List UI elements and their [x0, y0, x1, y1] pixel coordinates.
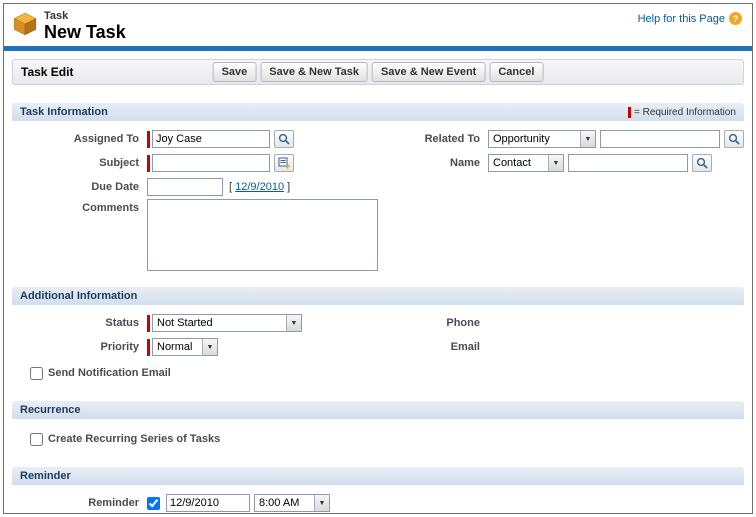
chevron-down-icon: ▼ — [202, 339, 217, 355]
subject-input[interactable] — [152, 154, 270, 172]
save-button[interactable]: Save — [213, 62, 257, 82]
section-reminder: Reminder Reminder 8:00 AM ▼ — [12, 467, 744, 514]
section-recurrence: Recurrence Create Recurring Series of Ta… — [12, 401, 744, 453]
name-label: Name — [378, 157, 488, 169]
help-link[interactable]: Help for this Page — [638, 13, 725, 25]
required-indicator-icon — [147, 155, 150, 172]
required-indicator-icon — [628, 107, 631, 118]
send-notification-checkbox[interactable] — [30, 367, 43, 380]
related-to-input[interactable] — [600, 130, 720, 148]
related-to-label: Related To — [378, 133, 488, 145]
assigned-to-lookup-icon[interactable] — [274, 130, 294, 148]
subject-label: Subject — [12, 157, 147, 169]
section-title-reminder: Reminder — [20, 470, 71, 482]
header-divider-bar — [4, 46, 752, 51]
top-button-row: Save Save & New Task Save & New Event Ca… — [213, 62, 544, 82]
chevron-down-icon: ▼ — [314, 495, 329, 511]
create-recurring-checkbox[interactable] — [30, 433, 43, 446]
save-new-task-button[interactable]: Save & New Task — [260, 62, 368, 82]
send-notification-label: Send Notification Email — [48, 367, 171, 379]
chevron-down-icon: ▼ — [548, 155, 563, 171]
comments-label: Comments — [12, 199, 147, 214]
cancel-button[interactable]: Cancel — [489, 62, 543, 82]
section-title-recurrence: Recurrence — [20, 404, 81, 416]
new-task-page: Task New Task Help for this Page ? Task … — [3, 3, 753, 514]
required-indicator-icon — [147, 315, 150, 332]
assigned-to-label: Assigned To — [12, 133, 147, 145]
name-type-select[interactable]: Contact ▼ — [488, 154, 564, 172]
reminder-time-select[interactable]: 8:00 AM ▼ — [254, 494, 330, 512]
due-date-today-link[interactable]: 12/9/2010 — [235, 181, 284, 193]
name-lookup-icon[interactable] — [692, 154, 712, 172]
email-label: Email — [378, 341, 488, 353]
task-edit-title: Task Edit — [21, 65, 73, 79]
section-additional-information: Additional Information Status Not Starte… — [12, 287, 744, 387]
help-icon[interactable]: ? — [729, 12, 742, 25]
comments-textarea[interactable] — [147, 199, 378, 271]
related-to-lookup-icon[interactable] — [724, 130, 744, 148]
task-edit-bar: Task Edit Save Save & New Task Save & Ne… — [12, 59, 744, 85]
priority-select[interactable]: Normal ▼ — [152, 338, 218, 356]
status-label: Status — [12, 317, 147, 329]
related-to-type-select[interactable]: Opportunity ▼ — [488, 130, 596, 148]
section-title-task-information: Task Information — [20, 106, 108, 118]
page-header: Task New Task Help for this Page ? — [4, 4, 752, 46]
status-select[interactable]: Not Started ▼ — [152, 314, 302, 332]
reminder-label: Reminder — [12, 497, 147, 509]
reminder-checkbox[interactable] — [147, 497, 160, 510]
entity-label: Task — [44, 10, 126, 22]
required-indicator-icon — [147, 339, 150, 356]
chevron-down-icon: ▼ — [580, 131, 595, 147]
assigned-to-input[interactable] — [152, 130, 270, 148]
phone-label: Phone — [378, 317, 488, 329]
due-date-today-wrap: [ 12/9/2010 ] — [229, 181, 290, 193]
due-date-label: Due Date — [12, 181, 147, 193]
subject-combobox-icon[interactable] — [274, 154, 294, 172]
section-task-information: Task Information = Required Information … — [12, 103, 744, 273]
save-new-event-button[interactable]: Save & New Event — [372, 62, 485, 82]
chevron-down-icon: ▼ — [286, 315, 301, 331]
due-date-input[interactable] — [147, 178, 223, 196]
reminder-date-input[interactable] — [166, 494, 250, 512]
task-icon — [12, 11, 38, 42]
required-indicator-icon — [147, 131, 150, 148]
create-recurring-label: Create Recurring Series of Tasks — [48, 433, 220, 445]
page-title: New Task — [44, 22, 126, 42]
priority-label: Priority — [12, 341, 147, 353]
name-input[interactable] — [568, 154, 688, 172]
section-title-additional-information: Additional Information — [20, 290, 137, 302]
required-legend: = Required Information — [628, 107, 736, 118]
